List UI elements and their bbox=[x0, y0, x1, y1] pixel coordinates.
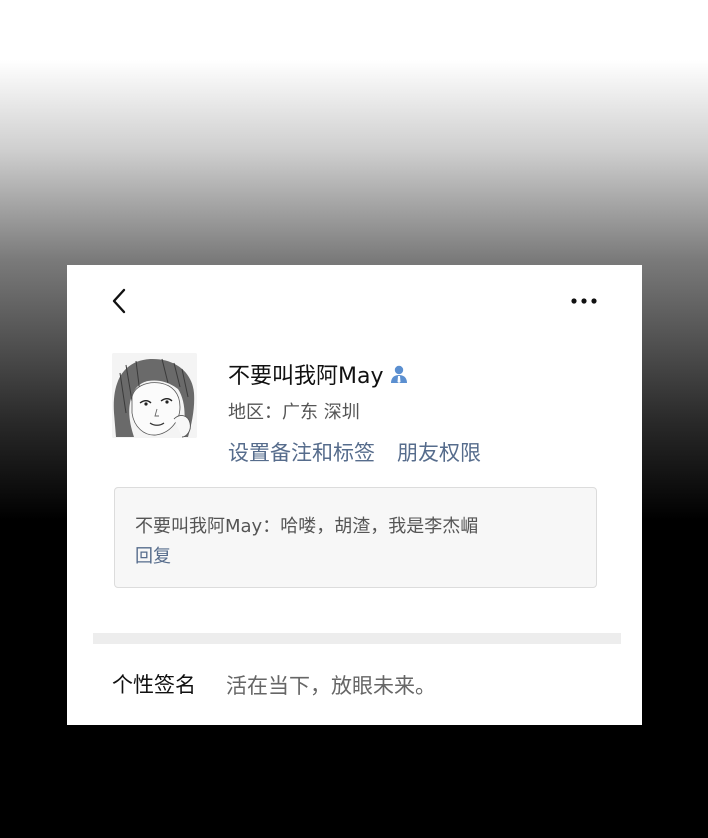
friend-permissions-link[interactable]: 朋友权限 bbox=[397, 437, 481, 467]
region-text: 地区：广东 深圳 bbox=[228, 402, 360, 423]
chevron-left-icon bbox=[112, 288, 126, 314]
message-box: 不要叫我阿May：哈喽，胡渣，我是李杰嵋 回复 bbox=[114, 487, 597, 588]
avatar[interactable] bbox=[112, 353, 197, 438]
reply-link[interactable]: 回复 bbox=[135, 542, 171, 568]
set-remark-link[interactable]: 设置备注和标签 bbox=[228, 437, 375, 467]
section-divider bbox=[93, 633, 621, 644]
avatar-sketch bbox=[112, 353, 197, 438]
signature-label: 个性签名 bbox=[112, 673, 196, 697]
signature-value: 活在当下，放眼未来。 bbox=[226, 674, 436, 698]
profile-actions: 设置备注和标签 朋友权限 bbox=[228, 437, 481, 467]
name-row: 不要叫我阿May bbox=[228, 359, 409, 389]
person-icon bbox=[391, 365, 408, 383]
profile-card: 不要叫我阿May 地区：广东 深圳 设置备注和标签 朋友权限 不要叫我阿May：… bbox=[67, 265, 642, 725]
back-button[interactable] bbox=[107, 287, 131, 315]
profile-name: 不要叫我阿May bbox=[228, 364, 384, 389]
message-text: 不要叫我阿May：哈喽，胡渣，我是李杰嵋 bbox=[135, 516, 479, 537]
more-button[interactable] bbox=[569, 291, 599, 311]
more-dots-icon bbox=[571, 298, 597, 304]
